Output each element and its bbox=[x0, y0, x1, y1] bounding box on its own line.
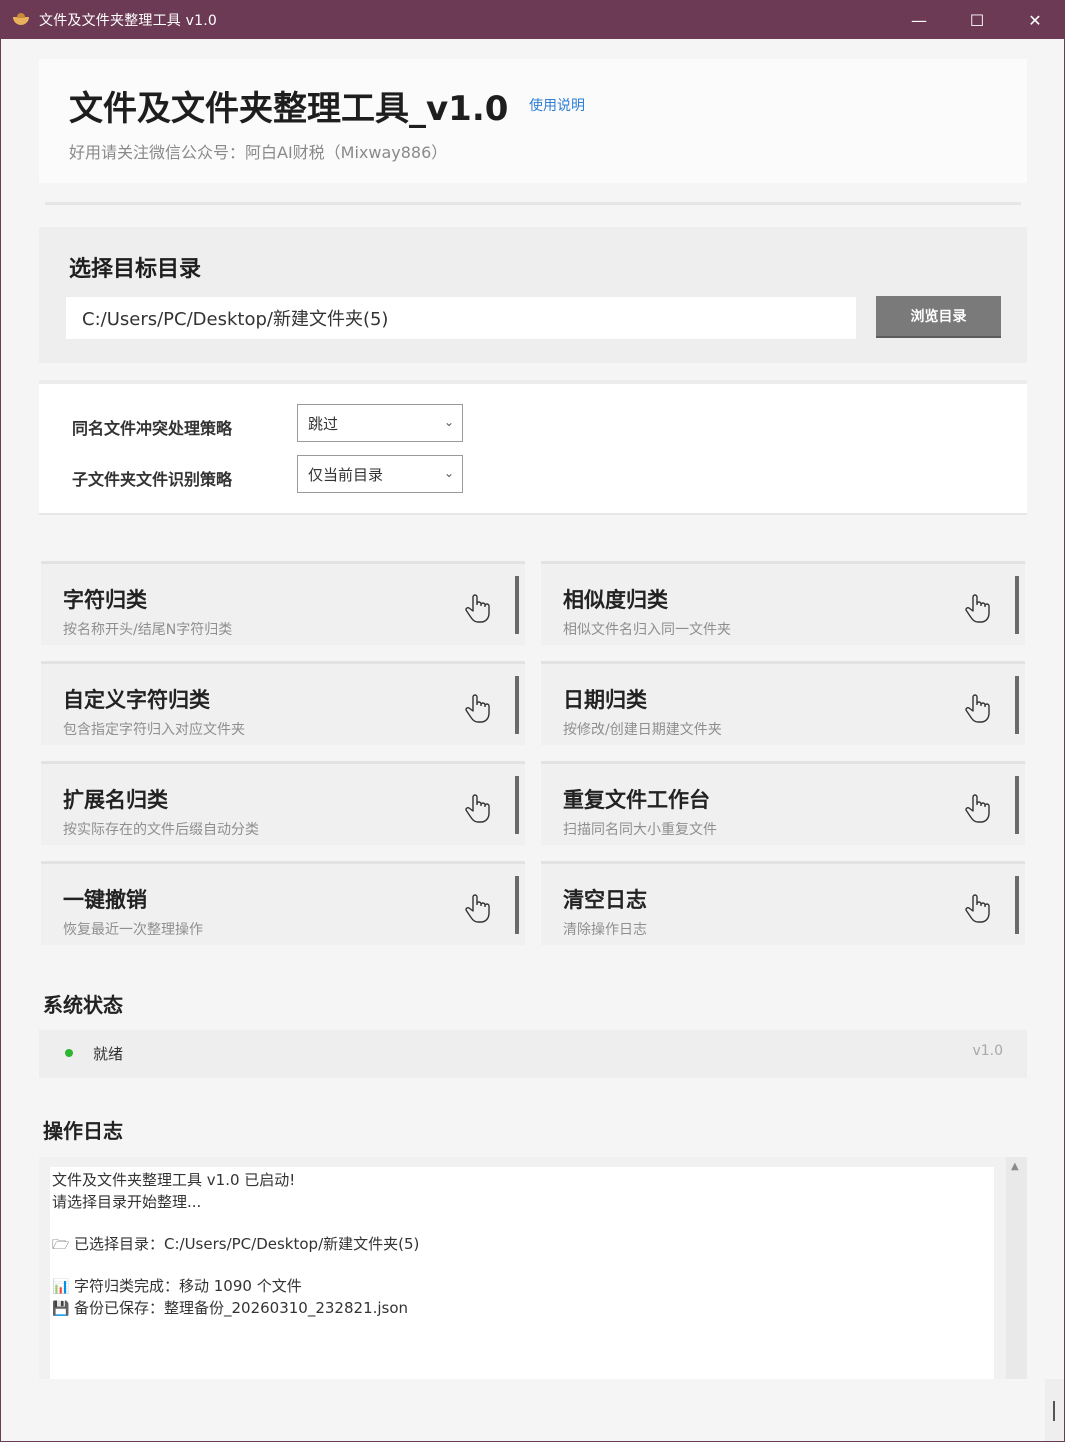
log-panel[interactable]: 文件及文件夹整理工具 v1.0 已启动! 请选择目录开始整理... 🗁 已选择目录… bbox=[39, 1157, 1027, 1379]
action-tile-desc: 恢复最近一次整理操作 bbox=[63, 922, 203, 938]
options-card: 同名文件冲突处理策略 跳过 ⌄ 子文件夹文件识别策略 仅当前目录 ⌄ bbox=[39, 380, 1027, 515]
log-line-text: 备份已保存：整理备份_20260310_232821.json bbox=[74, 1299, 409, 1317]
tile-accent-bar bbox=[1015, 876, 1019, 934]
version-label: v1.0 bbox=[972, 1043, 1003, 1059]
action-tile-title: 日期归类 bbox=[563, 688, 647, 712]
grip-line bbox=[1053, 1401, 1055, 1421]
main-content: 文件及文件夹整理工具_v1.0 使用说明 好用请关注微信公众号：阿白AI财税（M… bbox=[1, 39, 1064, 1441]
log-line: 📊 字符归类完成：移动 1090 个文件 bbox=[52, 1275, 302, 1296]
minimize-button[interactable]: — bbox=[890, 1, 948, 39]
save-icon: 💾 bbox=[52, 1301, 70, 1317]
action-tile-undo[interactable]: 一键撤销 恢复最近一次整理操作 bbox=[41, 861, 525, 945]
maximize-button[interactable]: ☐ bbox=[948, 1, 1006, 39]
action-tile-title: 清空日志 bbox=[563, 888, 647, 912]
hand-pointer-icon bbox=[965, 894, 990, 923]
tile-accent-bar bbox=[1015, 576, 1019, 634]
conflict-strategy-select[interactable]: 跳过 ⌄ bbox=[297, 404, 463, 442]
action-tile-similarity-classify[interactable]: 相似度归类 相似文件名归入同一文件夹 bbox=[541, 561, 1025, 645]
action-tile-title: 一键撤销 bbox=[63, 888, 147, 912]
action-tile-desc: 清除操作日志 bbox=[563, 922, 647, 938]
log-line: 💾 备份已保存：整理备份_20260310_232821.json bbox=[52, 1297, 408, 1318]
tile-accent-bar bbox=[1015, 676, 1019, 734]
hand-pointer-icon bbox=[465, 894, 490, 923]
chevron-down-icon: ⌄ bbox=[443, 415, 454, 429]
status-indicator-dot bbox=[65, 1049, 73, 1057]
chevron-down-icon: ⌄ bbox=[443, 466, 454, 480]
bar-chart-icon: 📊 bbox=[52, 1279, 70, 1295]
folder-icon: 🗁 bbox=[52, 1237, 70, 1253]
action-tile-custom-char-classify[interactable]: 自定义字符归类 包含指定字符归入对应文件夹 bbox=[41, 661, 525, 745]
hand-pointer-icon bbox=[465, 794, 490, 823]
header-divider bbox=[45, 202, 1021, 205]
action-tile-clear-log[interactable]: 清空日志 清除操作日志 bbox=[541, 861, 1025, 945]
log-line: 文件及文件夹整理工具 v1.0 已启动! bbox=[52, 1169, 295, 1190]
page-title: 文件及文件夹整理工具_v1.0 bbox=[69, 89, 509, 129]
conflict-strategy-label: 同名文件冲突处理策略 bbox=[72, 419, 233, 438]
action-tile-desc: 相似文件名归入同一文件夹 bbox=[563, 622, 731, 638]
action-tile-title: 字符归类 bbox=[63, 588, 147, 612]
log-line: 🗁 已选择目录：C:/Users/PC/Desktop/新建文件夹(5) bbox=[52, 1233, 419, 1258]
directory-path-input[interactable] bbox=[66, 297, 856, 339]
status-section-title: 系统状态 bbox=[43, 993, 123, 1017]
directory-section-title: 选择目标目录 bbox=[69, 257, 202, 282]
hand-pointer-icon bbox=[465, 594, 490, 623]
subfolder-strategy-select[interactable]: 仅当前目录 ⌄ bbox=[297, 455, 463, 493]
header-card: 文件及文件夹整理工具_v1.0 使用说明 好用请关注微信公众号：阿白AI财税（M… bbox=[39, 59, 1027, 183]
action-tile-duplicate-workbench[interactable]: 重复文件工作台 扫描同名同大小重复文件 bbox=[541, 761, 1025, 845]
window-title: 文件及文件夹整理工具 v1.0 bbox=[39, 13, 217, 29]
log-line-text: 字符归类完成：移动 1090 个文件 bbox=[74, 1277, 302, 1295]
hand-pointer-icon bbox=[965, 694, 990, 723]
browse-directory-button[interactable]: 浏览目录 bbox=[876, 296, 1001, 338]
log-text-area[interactable]: 文件及文件夹整理工具 v1.0 已启动! 请选择目录开始整理... 🗁 已选择目录… bbox=[50, 1167, 994, 1379]
log-line-text: 文件及文件夹整理工具 v1.0 已启动! bbox=[52, 1171, 296, 1189]
directory-card: 选择目标目录 浏览目录 bbox=[39, 227, 1027, 363]
action-tile-desc: 按修改/创建日期建文件夹 bbox=[563, 722, 722, 738]
log-line-text: 请选择目录开始整理... bbox=[52, 1193, 202, 1211]
action-tile-char-classify[interactable]: 字符归类 按名称开头/结尾N字符归类 bbox=[41, 561, 525, 645]
action-tile-desc: 扫描同名同大小重复文件 bbox=[563, 822, 717, 838]
hand-pointer-icon bbox=[965, 594, 990, 623]
action-tile-desc: 包含指定字符归入对应文件夹 bbox=[63, 722, 245, 738]
action-tile-title: 自定义字符归类 bbox=[63, 688, 210, 712]
action-tile-desc: 按名称开头/结尾N字符归类 bbox=[63, 622, 233, 638]
subfolder-strategy-label: 子文件夹文件识别策略 bbox=[72, 470, 233, 489]
log-scrollbar[interactable]: ▲ bbox=[1006, 1157, 1027, 1379]
status-card: 就绪 v1.0 bbox=[39, 1030, 1027, 1078]
tile-accent-bar bbox=[515, 676, 519, 734]
app-logo-icon bbox=[13, 13, 31, 27]
hand-pointer-icon bbox=[965, 794, 990, 823]
resize-grip[interactable] bbox=[1045, 1379, 1064, 1441]
scroll-up-arrow-icon[interactable]: ▲ bbox=[1011, 1161, 1019, 1172]
tile-accent-bar bbox=[515, 576, 519, 634]
close-button[interactable]: ✕ bbox=[1006, 1, 1064, 39]
title-bar[interactable]: 文件及文件夹整理工具 v1.0 — ☐ ✕ bbox=[1, 1, 1064, 39]
action-tile-date-classify[interactable]: 日期归类 按修改/创建日期建文件夹 bbox=[541, 661, 1025, 745]
conflict-strategy-value: 跳过 bbox=[308, 414, 339, 433]
help-link[interactable]: 使用说明 bbox=[529, 95, 585, 115]
status-text: 就绪 bbox=[93, 1045, 124, 1063]
action-tile-desc: 按实际存在的文件后缀自动分类 bbox=[63, 822, 259, 838]
log-section-title: 操作日志 bbox=[43, 1119, 123, 1143]
action-tile-title: 相似度归类 bbox=[563, 588, 668, 612]
log-line: 请选择目录开始整理... bbox=[52, 1191, 201, 1212]
action-tile-title: 重复文件工作台 bbox=[563, 788, 710, 812]
tile-accent-bar bbox=[515, 876, 519, 934]
subfolder-strategy-value: 仅当前目录 bbox=[308, 465, 384, 484]
tile-accent-bar bbox=[1015, 776, 1019, 834]
page-subtitle: 好用请关注微信公众号：阿白AI财税（Mixway886） bbox=[69, 143, 448, 162]
action-tile-extension-classify[interactable]: 扩展名归类 按实际存在的文件后缀自动分类 bbox=[41, 761, 525, 845]
window-controls: — ☐ ✕ bbox=[890, 1, 1064, 39]
hand-pointer-icon bbox=[465, 694, 490, 723]
action-tile-title: 扩展名归类 bbox=[63, 788, 168, 812]
tile-accent-bar bbox=[515, 776, 519, 834]
app-window: 文件及文件夹整理工具 v1.0 — ☐ ✕ 文件及文件夹整理工具_v1.0 使用… bbox=[0, 0, 1065, 1442]
log-line-text: 已选择目录：C:/Users/PC/Desktop/新建文件夹(5) bbox=[74, 1235, 420, 1253]
